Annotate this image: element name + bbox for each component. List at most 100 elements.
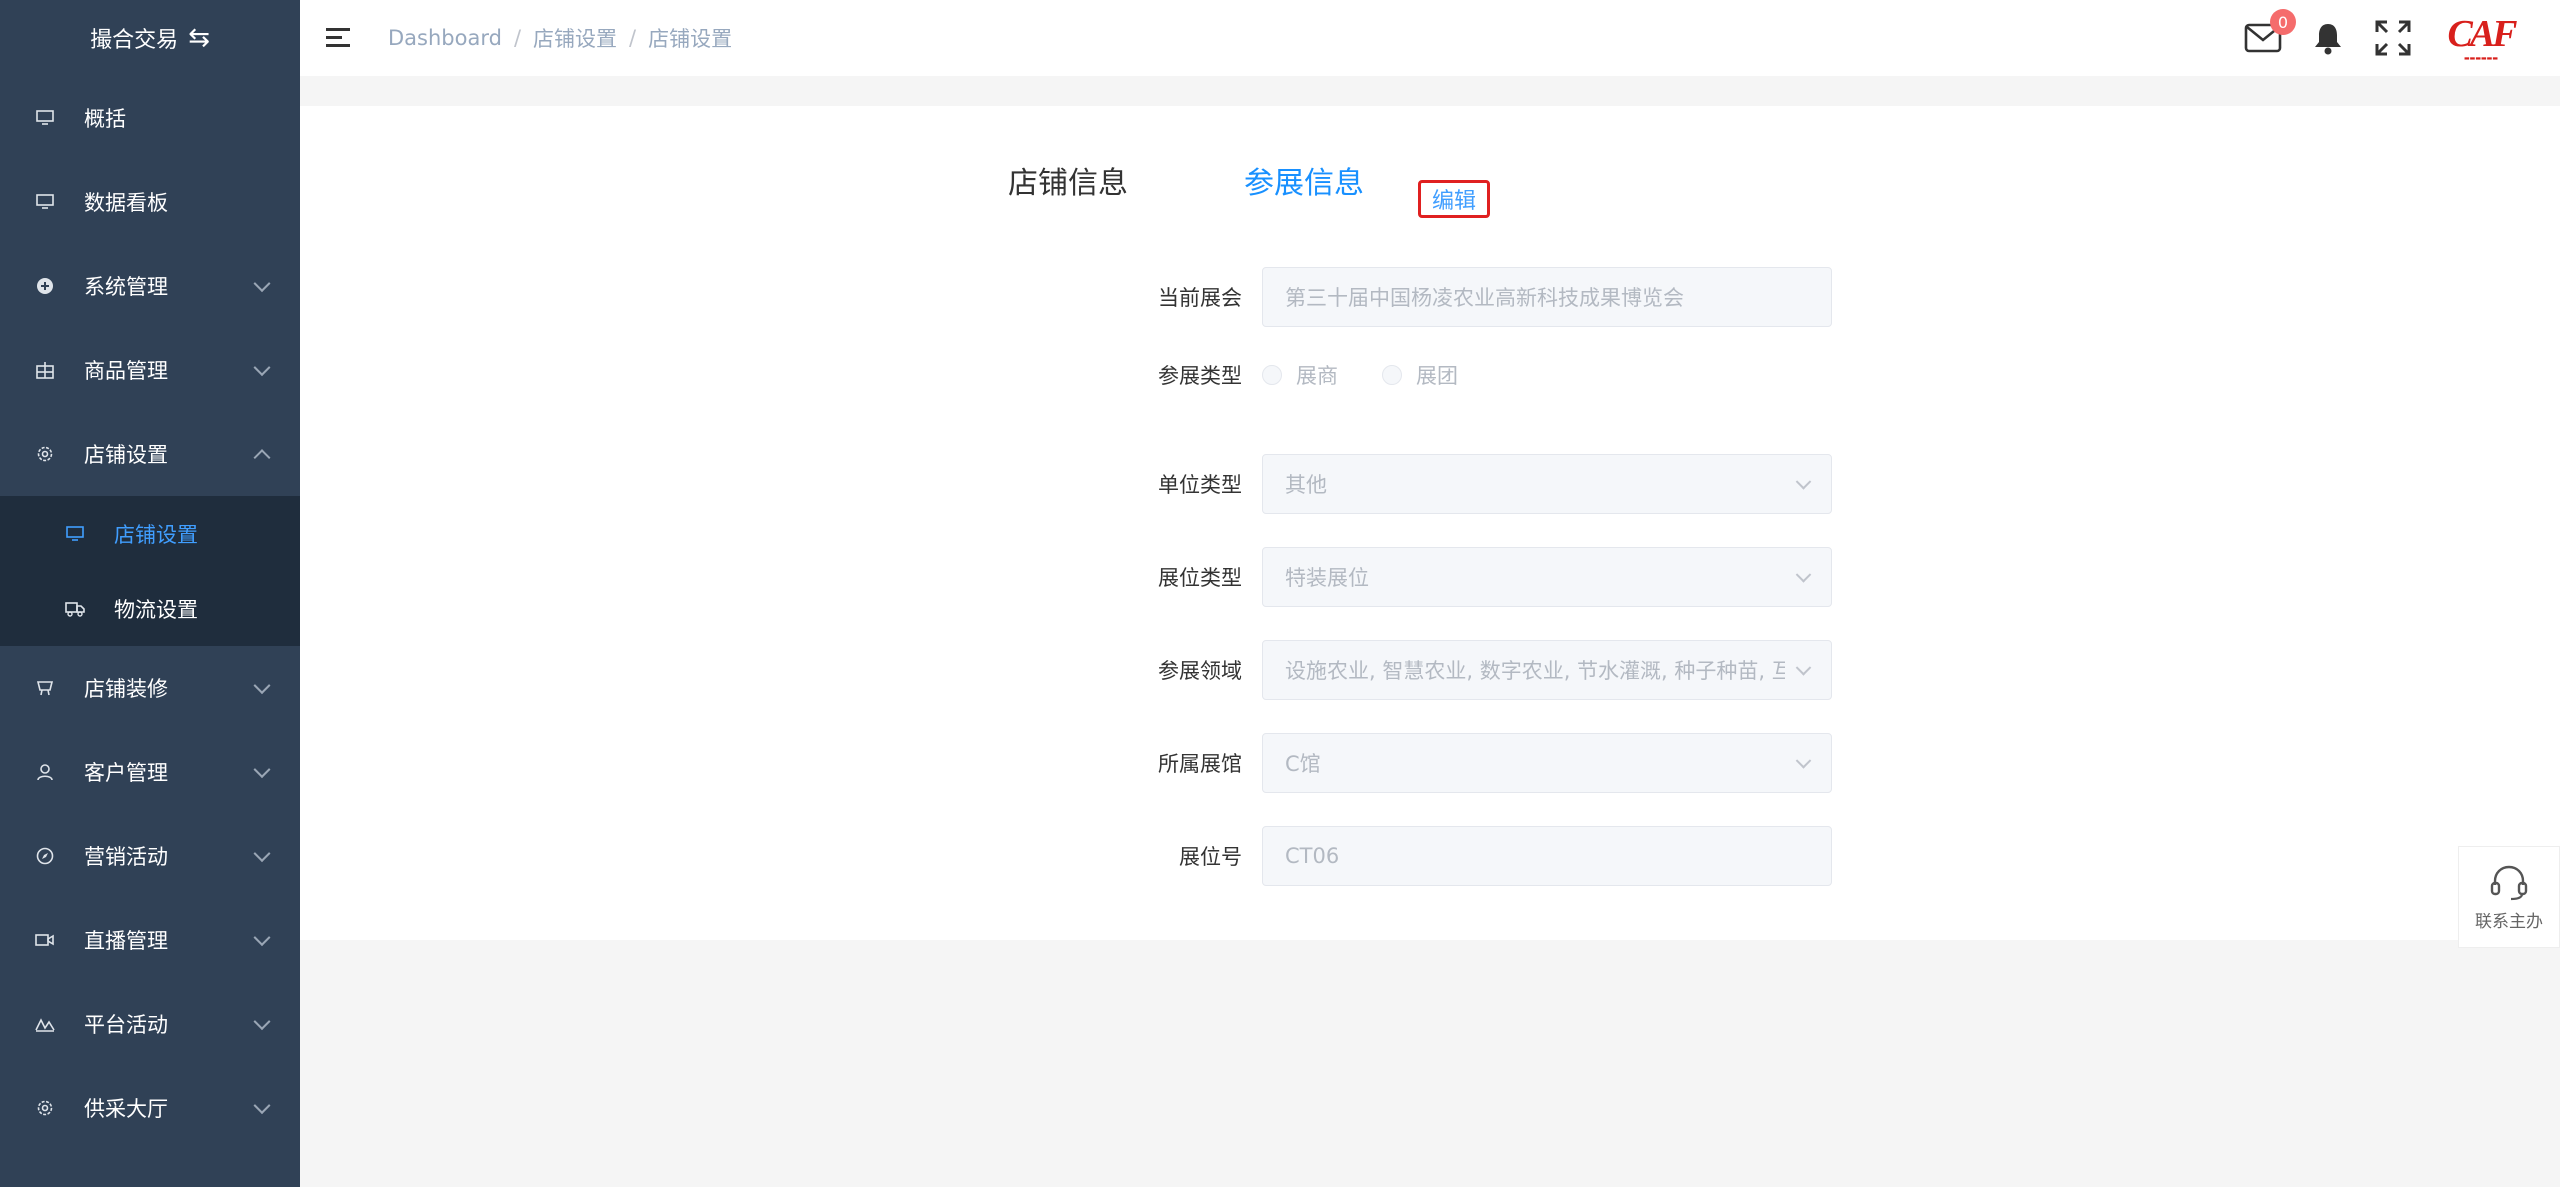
radio-exhibitor[interactable]: 展商 bbox=[1262, 360, 1338, 390]
tags-bar bbox=[300, 76, 2560, 106]
video-icon bbox=[34, 929, 56, 951]
sidebar-brand[interactable]: 撮合交易 ⇆ bbox=[0, 0, 300, 76]
sidebar-item-label: 店铺设置 bbox=[84, 443, 168, 467]
sidebar-item-customers[interactable]: 客户管理 bbox=[0, 730, 300, 814]
chevron-down-icon bbox=[253, 275, 271, 293]
caf-logo[interactable]: CAF ▬▬▬▬▬▬ bbox=[2447, 15, 2517, 62]
radio-circle bbox=[1262, 365, 1282, 385]
activity-icon bbox=[34, 1013, 56, 1035]
chevron-down-icon bbox=[253, 677, 271, 695]
sidebar-item-label: 平台活动 bbox=[84, 1013, 168, 1037]
fullscreen-button[interactable] bbox=[2374, 19, 2412, 57]
radio-delegation[interactable]: 展团 bbox=[1382, 360, 1458, 390]
breadcrumb-shop-settings[interactable]: 店铺设置 bbox=[533, 23, 617, 53]
shop-icon bbox=[34, 677, 56, 699]
goods-icon bbox=[34, 359, 56, 381]
fullscreen-icon bbox=[2375, 20, 2411, 56]
sidebar-item-label: 营销活动 bbox=[84, 845, 168, 869]
logo-text: CAF bbox=[2447, 12, 2517, 55]
sidebar: 撮合交易 ⇆ 概括 数据看板 系统管理 商品管理 店铺设置 店铺设置 物流设置 … bbox=[0, 0, 300, 1187]
compass-icon bbox=[34, 845, 56, 867]
chevron-down-icon bbox=[253, 1013, 271, 1031]
monitor-icon bbox=[34, 107, 56, 129]
monitor-icon bbox=[64, 523, 86, 545]
swap-icon[interactable]: ⇆ bbox=[188, 23, 210, 53]
sidebar-item-label: 客户管理 bbox=[84, 761, 168, 785]
field-label: 单位类型 bbox=[1158, 473, 1242, 497]
sidebar-item-live[interactable]: 直播管理 bbox=[0, 898, 300, 982]
tab-shop-info[interactable]: 店铺信息 bbox=[1008, 158, 1128, 202]
mail-button[interactable]: 0 bbox=[2244, 9, 2296, 53]
contact-label: 联系主办 bbox=[2475, 911, 2543, 932]
booth-number-input[interactable]: CT06 bbox=[1262, 826, 1832, 886]
radio-circle bbox=[1382, 365, 1402, 385]
field-select[interactable]: 设施农业, 智慧农业, 数字农业, 节水灌溉, 种子种苗, 互 bbox=[1262, 640, 1832, 700]
booth-number-value: CT06 bbox=[1285, 844, 1340, 868]
field-label: 参展领域 bbox=[1158, 659, 1242, 683]
form-row-exhibition: 当前展会 第三十届中国杨凌农业高新科技成果博览会 bbox=[870, 267, 1832, 327]
chevron-down-icon bbox=[1795, 567, 1812, 583]
sidebar-item-goods[interactable]: 商品管理 bbox=[0, 328, 300, 412]
exhibition-input[interactable]: 第三十届中国杨凌农业高新科技成果博览会 bbox=[1262, 267, 1832, 327]
sidebar-item-shop-settings[interactable]: 店铺设置 bbox=[0, 412, 300, 496]
mail-badge: 0 bbox=[2270, 9, 2296, 35]
field-label: 展位类型 bbox=[1158, 566, 1242, 590]
breadcrumb-dashboard[interactable]: Dashboard bbox=[388, 26, 502, 50]
field-label: 所属展馆 bbox=[1158, 752, 1242, 776]
chevron-down-icon bbox=[1795, 660, 1812, 676]
sidebar-item-dashboard[interactable]: 数据看板 bbox=[0, 160, 300, 244]
gear-icon bbox=[34, 1097, 56, 1119]
field-label: 参展类型 bbox=[1158, 364, 1242, 388]
sidebar-subitem-shop-settings[interactable]: 店铺设置 bbox=[0, 496, 300, 571]
breadcrumb-separator: / bbox=[629, 26, 637, 50]
exhibition-value: 第三十届中国杨凌农业高新科技成果博览会 bbox=[1285, 286, 1684, 310]
form-row-booth-number: 展位号 CT06 bbox=[870, 826, 1832, 886]
user-icon bbox=[34, 761, 56, 783]
field-label: 展位号 bbox=[1179, 845, 1242, 869]
radio-label: 展商 bbox=[1296, 364, 1338, 388]
truck-icon bbox=[64, 598, 86, 620]
sidebar-item-label: 直播管理 bbox=[84, 929, 168, 953]
form-row-booth-type: 展位类型 特装展位 bbox=[870, 547, 1832, 607]
sidebar-item-procurement[interactable]: 供采大厅 bbox=[0, 1066, 300, 1150]
radio-label: 展团 bbox=[1416, 364, 1458, 388]
sidebar-item-marketing[interactable]: 营销活动 bbox=[0, 814, 300, 898]
sidebar-subitem-label: 物流设置 bbox=[114, 597, 198, 622]
monitor-icon bbox=[34, 191, 56, 213]
top-header: Dashboard / 店铺设置 / 店铺设置 0 CAF ▬▬▬▬▬▬ bbox=[300, 0, 2560, 76]
hall-select[interactable]: C馆 bbox=[1262, 733, 1832, 793]
field-value: 设施农业, 智慧农业, 数字农业, 节水灌溉, 种子种苗, 互 bbox=[1285, 659, 1785, 683]
gear-icon bbox=[34, 443, 56, 465]
unit-type-select[interactable]: 其他 bbox=[1262, 454, 1832, 514]
sidebar-item-label: 系统管理 bbox=[84, 275, 168, 299]
booth-type-value: 特装展位 bbox=[1285, 566, 1369, 590]
tab-exhibition-info[interactable]: 参展信息 bbox=[1244, 158, 1364, 202]
sidebar-item-label: 概括 bbox=[84, 107, 126, 131]
hall-value: C馆 bbox=[1285, 752, 1321, 776]
menu-toggle-icon[interactable] bbox=[326, 27, 352, 49]
booth-type-select[interactable]: 特装展位 bbox=[1262, 547, 1832, 607]
edit-button[interactable]: 编辑 bbox=[1418, 180, 1490, 218]
sidebar-item-shop-decoration[interactable]: 店铺装修 bbox=[0, 646, 300, 730]
form-row-unit-type: 单位类型 其他 bbox=[870, 454, 1832, 514]
plus-circle-icon bbox=[34, 275, 56, 297]
breadcrumb: Dashboard / 店铺设置 / 店铺设置 bbox=[388, 23, 732, 53]
chevron-down-icon bbox=[253, 761, 271, 779]
sidebar-item-label: 店铺装修 bbox=[84, 677, 168, 701]
chevron-down-icon bbox=[1795, 753, 1812, 769]
shop-settings-submenu: 店铺设置 物流设置 bbox=[0, 496, 300, 646]
notification-button[interactable] bbox=[2312, 21, 2344, 55]
sidebar-item-overview[interactable]: 概括 bbox=[0, 76, 300, 160]
sidebar-subitem-logistics[interactable]: 物流设置 bbox=[0, 571, 300, 646]
form-row-hall: 所属展馆 C馆 bbox=[870, 733, 1832, 793]
sidebar-item-system[interactable]: 系统管理 bbox=[0, 244, 300, 328]
sidebar-item-platform[interactable]: 平台活动 bbox=[0, 982, 300, 1066]
sidebar-subitem-label: 店铺设置 bbox=[114, 522, 198, 547]
chevron-down-icon bbox=[253, 845, 271, 863]
unit-type-value: 其他 bbox=[1285, 473, 1327, 497]
brand-title: 撮合交易 bbox=[90, 28, 179, 53]
chevron-down-icon bbox=[253, 929, 271, 947]
contact-organizer-button[interactable]: 联系主办 bbox=[2458, 846, 2560, 948]
chevron-up-icon bbox=[253, 449, 271, 467]
form-row-participation-type: 参展类型 展商 展团 bbox=[870, 360, 1502, 390]
